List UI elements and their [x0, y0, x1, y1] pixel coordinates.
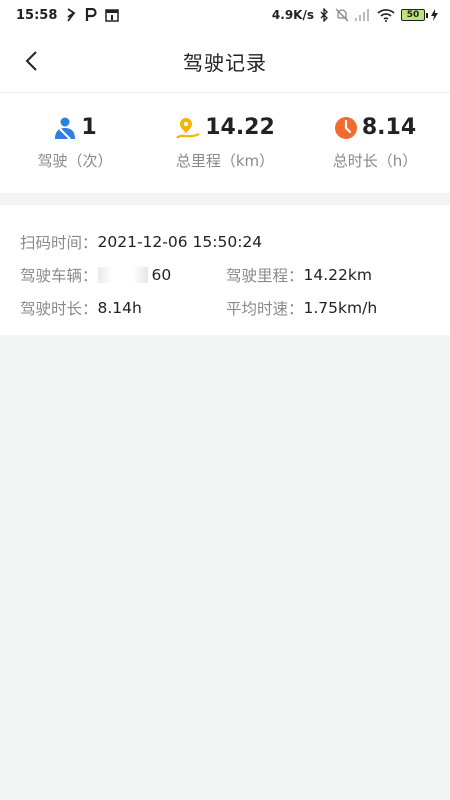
seatbelt-person-icon — [55, 117, 76, 140]
alarm-off-icon — [335, 8, 349, 22]
map-pin-route-icon — [176, 117, 200, 139]
avg-speed-value: 1.75km/h — [303, 298, 378, 317]
scan-time-value: 2021-12-06 15:50:24 — [97, 232, 263, 251]
signal-icon — [355, 9, 371, 21]
drive-record-card[interactable]: 扫码时间： 2021-12-06 15:50:24 驾驶车辆： 60 驾驶里程：… — [0, 205, 450, 335]
sync-arrows-icon — [65, 8, 77, 22]
vehicle-value: 60 — [151, 265, 172, 284]
avg-speed-label: 平均时速： — [226, 299, 304, 318]
app-bar: 驾驶记录 — [0, 30, 450, 92]
stat-label: 总里程（km） — [175, 152, 275, 170]
stats-summary: 1 驾驶（次） 14.22 总里程（km） 8.14 总时长（h） — [0, 92, 450, 193]
record-row-vehicle-mileage: 驾驶车辆： 60 驾驶里程： 14.22km — [20, 258, 430, 291]
chevron-left-icon — [25, 51, 37, 71]
redacted-mask — [97, 266, 148, 283]
calendar-notification-icon — [105, 8, 120, 22]
bluetooth-icon — [320, 8, 329, 22]
status-time: 15:58 — [16, 7, 58, 23]
duration-value: 8.14h — [97, 298, 142, 317]
mileage-value: 14.22km — [303, 265, 372, 284]
stat-total-duration: 8.14 总时长（h） — [300, 93, 450, 193]
clock-icon — [334, 116, 357, 139]
page-title: 驾驶记录 — [183, 50, 267, 75]
stat-value: 8.14 — [361, 115, 417, 140]
net-speed: 4.9K/s — [271, 8, 314, 22]
charging-bolt-icon — [431, 9, 438, 21]
mileage-label: 驾驶里程： — [226, 266, 304, 285]
battery-level: 50 — [406, 9, 420, 20]
wifi-icon — [377, 8, 395, 22]
vehicle-label: 驾驶车辆： — [20, 266, 98, 285]
stat-label: 驾驶（次） — [37, 152, 113, 170]
stat-label: 总时长（h） — [332, 152, 418, 170]
battery-icon: 50 — [401, 9, 428, 21]
parking-p-icon — [85, 8, 97, 22]
scan-time-label: 扫码时间： — [20, 233, 98, 252]
screen: 15:58 4.9K/s 50 驾驶记录 1 驾驶（次） 14.22 总里程（k… — [0, 0, 450, 800]
status-bar: 15:58 4.9K/s 50 — [0, 0, 450, 30]
stat-value: 1 — [81, 115, 97, 140]
stat-total-mileage: 14.22 总里程（km） — [150, 93, 300, 193]
stat-drive-count: 1 驾驶（次） — [0, 93, 150, 193]
record-row-scan-time: 扫码时间： 2021-12-06 15:50:24 — [20, 225, 430, 258]
back-button[interactable] — [14, 44, 48, 78]
duration-label: 驾驶时长： — [20, 299, 98, 318]
record-row-duration-speed: 驾驶时长： 8.14h 平均时速： 1.75km/h — [20, 291, 430, 324]
stat-value: 14.22 — [205, 115, 275, 140]
